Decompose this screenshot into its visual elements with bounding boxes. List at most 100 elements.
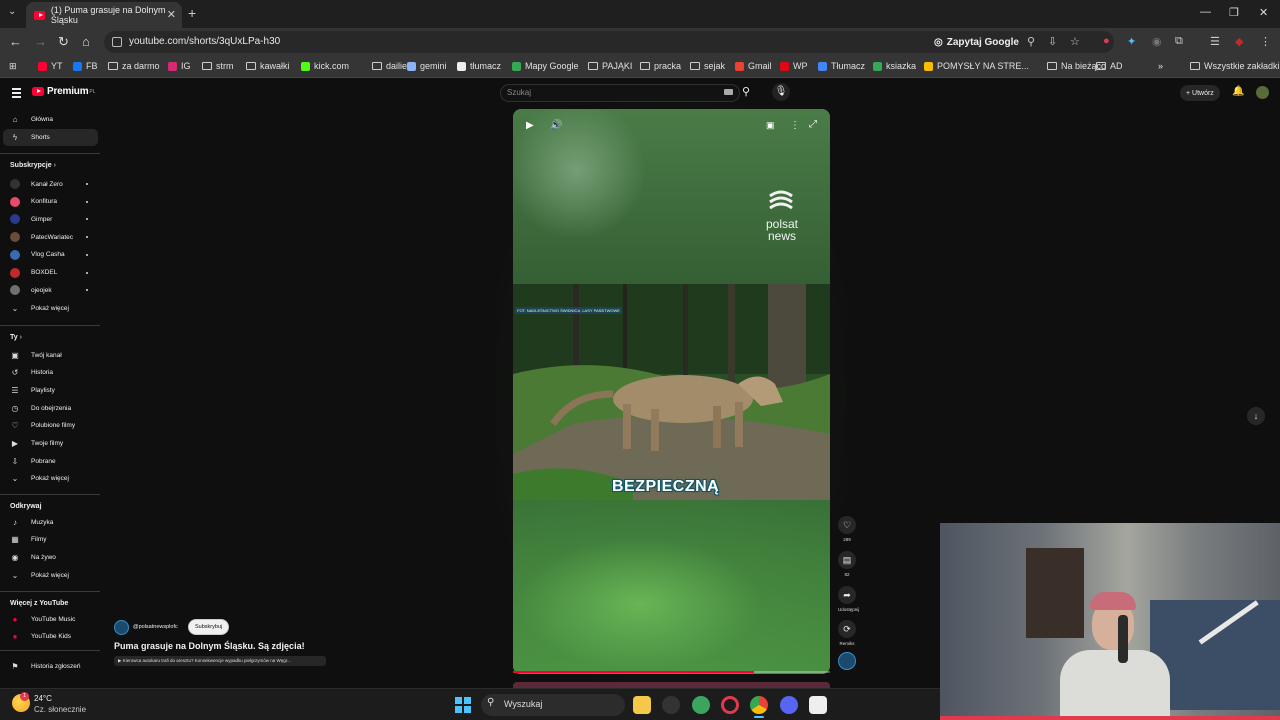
action-remix[interactable]: ⟳ Remiks [838,620,856,646]
all-bookmarks[interactable]: Wszystkie zakładki [1190,61,1280,71]
sidebar-item[interactable]: ⌄ Pokaż więcej [10,472,69,486]
bookmark-item[interactable]: kawałki [246,61,290,71]
sidebar-item[interactable]: ☰ Playlisty [10,383,54,397]
channel-avatar[interactable] [114,620,129,635]
taskbar-search[interactable] [481,694,625,716]
channel-avatar-small[interactable] [838,652,856,670]
reload-icon[interactable]: ↻ [58,34,69,50]
discord-icon[interactable] [780,696,798,714]
extensions-puzzle-icon[interactable]: ⧉ [1175,35,1183,48]
tab-menu-icon[interactable]: ☰ [1210,35,1220,48]
sidebar-item[interactable]: ♪ Muzyka [10,515,53,529]
close-window-icon[interactable]: ✕ [1259,6,1268,19]
tab-close-icon[interactable]: ✕ [167,8,176,21]
like-icon[interactable]: ♡ [838,516,856,534]
bookmark-item[interactable]: sejak [690,61,725,71]
new-tab-icon[interactable]: + [188,5,196,21]
bookmark-item[interactable]: pracka [640,61,681,71]
subscription-item[interactable]: Vlog Casha [10,248,65,262]
extension-icon[interactable]: ✦ [1127,35,1136,48]
subscribe-button[interactable]: Subskrybuj [188,619,230,635]
tab-youtube[interactable]: (1) Puma grasuje na Dolnym Śląsku ✕ [26,2,182,28]
sidebar-item[interactable]: ● YouTube Music [10,612,76,626]
sidebar-item[interactable]: ⌄ Pokaż więcej [10,569,69,583]
capcut-icon[interactable] [809,696,827,714]
sidebar-item[interactable]: ϟ Shorts [10,130,50,144]
bookmark-item[interactable]: PAJĄKI [588,61,632,71]
sidebar-item[interactable]: ↺ Historia [10,366,53,380]
file-explorer-icon[interactable] [633,696,651,714]
forward-icon[interactable]: → [34,34,47,49]
sidebar-item[interactable]: ▦ Filmy [10,533,46,547]
sidebar-item[interactable]: ▣ Twój kanał [10,348,62,362]
related-video-link[interactable]: ▶ Kierowca autokaru trafi do aresztu? Ko… [114,656,326,666]
tab-search-icon[interactable]: ⌄ [8,6,16,17]
create-button[interactable]: + Utwórz [1180,85,1220,101]
bookmark-item[interactable]: POMYSŁY NA STRE... [924,61,1029,71]
temperature[interactable]: 24°C [34,694,52,703]
sidebar-item[interactable]: ♡ Polubione filmy [10,419,75,433]
bookmark-item[interactable]: Mapy Google [512,61,579,71]
bookmark-item[interactable]: tłumacz [457,61,501,71]
channel-name[interactable]: @polsatnewsplofc [133,624,178,630]
subscription-item[interactable]: PatecWariatec [10,230,73,244]
sidebar-item[interactable]: ⚑ Historia zgłoszeń [10,659,80,673]
browser-menu-icon[interactable]: ⋮ [1260,35,1271,48]
action-like[interactable]: ♡ 289 [838,516,856,542]
subscription-item[interactable]: Konfitura [10,195,57,209]
youtube-premium-logo[interactable]: Premium PL [32,86,96,97]
share-icon[interactable]: ➦ [838,586,856,604]
more-bookmarks-icon[interactable]: » [1158,61,1163,71]
opera-icon[interactable] [721,696,739,714]
captions-icon[interactable]: ▣ [766,120,775,131]
bookmark-item[interactable]: kick.com [301,61,349,71]
home-icon[interactable]: ⌂ [82,34,90,49]
zoom-icon[interactable]: ⚲ [1027,35,1035,48]
bookmark-item[interactable]: gemini [407,61,447,71]
bookmark-item[interactable]: IG [168,61,191,71]
action-share[interactable]: ➦ Udostępnij [838,586,859,612]
menu-icon[interactable] [12,88,21,100]
weather-condition[interactable]: Cz. słonecznie [34,705,86,714]
comment-icon[interactable]: ▤ [838,551,856,569]
sidebar-section-heading[interactable]: Subskrypcje › [10,162,56,169]
sidebar-item[interactable]: ◷ Do obejrzenia [10,401,72,415]
next-short-arrow-icon[interactable]: ↓ [1247,407,1265,425]
subscription-item[interactable]: Kanał Zero [10,177,63,191]
bookmark-star-icon[interactable]: ☆ [1070,35,1080,48]
url-text[interactable]: youtube.com/shorts/3qUxLPa-h30 [129,36,280,47]
bookmark-item[interactable]: dailies [372,61,412,71]
chrome-icon[interactable] [750,696,768,714]
site-info-icon[interactable] [112,37,122,47]
back-icon[interactable]: ← [9,34,22,49]
bookmark-item[interactable]: YT [38,61,63,71]
bookmark-item[interactable]: FB [73,61,98,71]
action-comment[interactable]: ▤ 82 [838,551,856,577]
bookmark-item[interactable]: Gmail [735,61,772,71]
apps-icon[interactable]: ⊞ [9,61,17,72]
remix-icon[interactable]: ⟳ [838,620,856,638]
sidebar-item[interactable]: ⌂ Główna [10,112,53,126]
subscription-item[interactable]: Gimper [10,212,52,226]
avatar[interactable] [1256,86,1269,99]
sidebar-item[interactable]: ⇩ Pobrane [10,454,56,468]
sidebar-section-heading[interactable]: Ty › [10,334,22,341]
bookmark-item[interactable]: Tłumacz [818,61,865,71]
shield-app-icon[interactable] [692,696,710,714]
profile-icon[interactable]: ◆ [1235,35,1243,48]
bookmark-item[interactable]: za darmo [108,61,160,71]
more-options-icon[interactable]: ⋮ [790,120,800,131]
sidebar-item[interactable]: ● YouTube Kids [10,630,71,644]
fullscreen-icon[interactable]: ⤢ [809,119,817,130]
bookmark-item[interactable]: ksiazka [873,61,916,71]
app-icon[interactable] [662,696,680,714]
sidebar-item[interactable]: ◉ Na żywo [10,551,56,565]
maximize-icon[interactable]: ❐ [1229,6,1239,19]
record-extension-icon[interactable]: ● [1103,35,1110,47]
bookmark-item[interactable]: WP [780,61,808,71]
volume-icon[interactable]: 🔊 [550,120,562,131]
bookmark-item[interactable]: strm [202,61,234,71]
minimize-icon[interactable]: — [1200,6,1211,18]
extension-disabled-icon[interactable]: ◉ [1152,35,1162,48]
subscription-item[interactable]: ojeojek [10,283,52,297]
